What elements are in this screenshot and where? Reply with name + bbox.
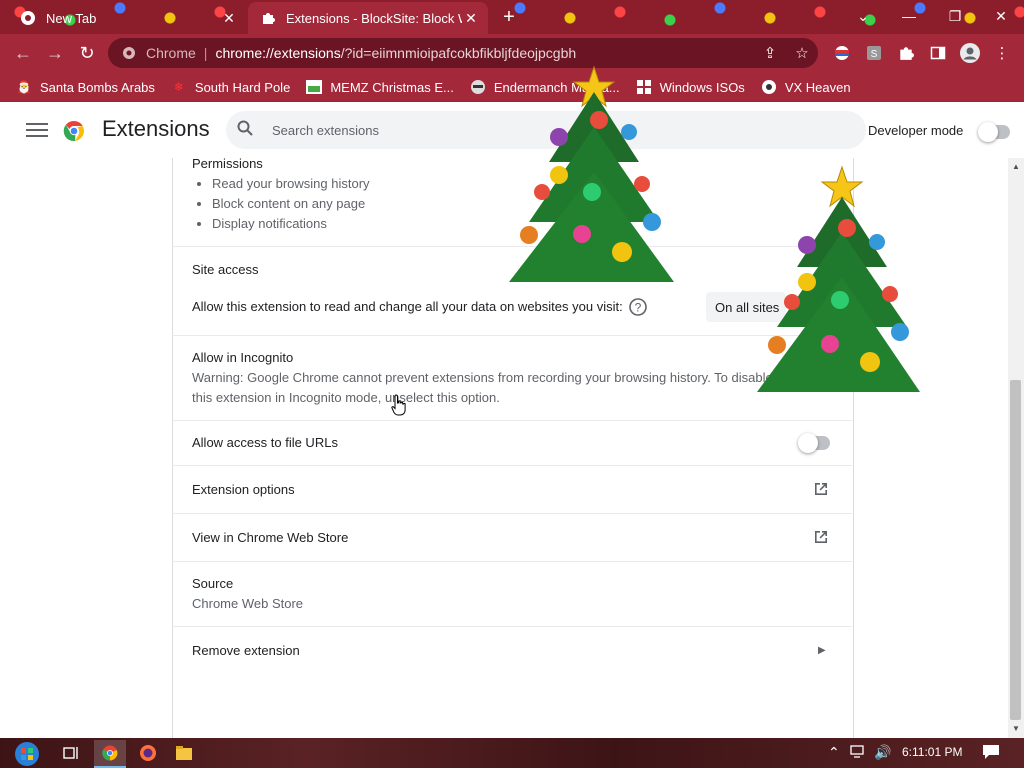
chrome-logo-icon	[62, 119, 86, 143]
divider	[172, 561, 852, 562]
extension-s-icon[interactable]: S	[861, 40, 887, 66]
bookmark-label: South Hard Pole	[194, 79, 291, 95]
bookmark-label: MEMZ Christmas E...	[330, 79, 454, 95]
side-panel-icon[interactable]	[925, 40, 951, 66]
vx-icon	[761, 79, 777, 95]
notifications-icon[interactable]	[982, 744, 1000, 763]
scroll-down-arrow[interactable]: ▼	[1010, 724, 1022, 736]
scroll-up-arrow[interactable]: ▲	[1010, 162, 1022, 174]
christmas-tree-icon	[757, 165, 920, 392]
taskbar-firefox-icon[interactable]	[132, 740, 164, 766]
restore-button[interactable]: ❐	[932, 0, 978, 32]
tab-new-tab[interactable]: New Tab ✕	[8, 2, 246, 34]
site-access-description: Allow this extension to read and change …	[192, 299, 623, 314]
tab-label: Extensions - BlockSite: Block Websites	[286, 10, 462, 26]
start-button[interactable]	[10, 738, 44, 768]
tab-label: New Tab	[46, 10, 97, 26]
open-in-new-icon[interactable]	[812, 480, 830, 503]
profile-avatar-icon[interactable]	[957, 40, 983, 66]
hand-cursor-icon	[391, 394, 407, 421]
minimize-button[interactable]: —	[886, 0, 932, 32]
search-icon	[236, 119, 258, 142]
divider	[172, 465, 852, 466]
bookmark-star-icon[interactable]: ☆	[789, 40, 815, 66]
reload-button[interactable]: ↻	[74, 40, 100, 66]
permission-item: Block content on any page	[212, 194, 370, 214]
chrome-icon	[118, 46, 140, 60]
back-button[interactable]: ←	[10, 40, 36, 66]
omnibox-separator: |	[203, 45, 208, 61]
developer-mode-label: Developer mode	[868, 123, 964, 138]
open-in-new-icon[interactable]	[812, 528, 830, 551]
divider	[172, 335, 852, 336]
divider	[172, 626, 852, 627]
bookmark-item[interactable]: MEMZ Christmas E...	[306, 79, 454, 95]
omnibox-chip: Chrome	[146, 45, 196, 61]
task-view-icon[interactable]	[56, 740, 88, 766]
incognito-warning: Warning: Google Chrome cannot prevent ex…	[192, 370, 772, 385]
remove-extension-link[interactable]: Remove extension	[192, 643, 300, 658]
volume-icon[interactable]: 🔊	[874, 744, 891, 761]
share-icon[interactable]: ⇪	[757, 40, 783, 66]
taskbar-explorer-icon[interactable]	[168, 740, 200, 766]
svg-text:?: ?	[635, 301, 642, 315]
menu-kebab-icon[interactable]: ⋮	[989, 40, 1015, 66]
site-access-title: Site access	[192, 262, 259, 277]
address-bar[interactable]: Chrome | chrome://extensions /?id=eiimnm…	[108, 38, 818, 68]
bookmark-label: VX Heaven	[784, 79, 851, 95]
network-icon[interactable]	[850, 744, 868, 761]
permissions-title: Permissions	[192, 156, 263, 171]
svg-text:S: S	[871, 49, 878, 60]
bookmark-label: Santa Bombs Arabs	[40, 79, 155, 95]
christmas-tree-icon	[509, 65, 674, 282]
bookmark-item[interactable]: VX Heaven	[761, 79, 851, 95]
chevron-right-icon: ▶	[818, 645, 826, 656]
divider	[172, 513, 852, 514]
divider	[172, 420, 852, 421]
tab-search-icon[interactable]: ⌄	[840, 0, 886, 32]
extension-options-link[interactable]: Extension options	[192, 482, 295, 497]
new-tab-button[interactable]: +	[498, 6, 520, 28]
close-tab-icon[interactable]: ✕	[462, 10, 480, 27]
hamburger-menu-icon[interactable]	[26, 120, 48, 140]
page-title: Extensions	[102, 116, 210, 141]
view-store-link[interactable]: View in Chrome Web Store	[192, 530, 348, 545]
scrollbar-thumb[interactable]	[1010, 380, 1021, 720]
source-value: Chrome Web Store	[192, 596, 304, 611]
taskbar-chrome-icon[interactable]	[94, 740, 126, 768]
tab-extensions[interactable]: Extensions - BlockSite: Block Websites ✕	[248, 2, 488, 34]
url-host: chrome://extensions	[215, 45, 341, 61]
file-urls-toggle[interactable]	[798, 433, 830, 453]
close-tab-icon[interactable]: ✕	[220, 10, 238, 27]
image-icon	[306, 79, 323, 95]
santa-icon: 🎅	[16, 80, 32, 94]
puzzle-icon	[260, 10, 276, 26]
clock[interactable]: 6:11:01 PM	[902, 745, 962, 759]
file-urls-title: Allow access to file URLs	[192, 435, 338, 450]
chrome-icon	[20, 10, 36, 26]
permission-item: Display notifications	[212, 214, 370, 234]
show-hidden-icons-icon[interactable]: ⌃	[828, 744, 840, 761]
developer-mode-toggle[interactable]	[978, 122, 1010, 142]
close-window-button[interactable]: ✕	[978, 0, 1024, 32]
forward-button[interactable]: →	[42, 40, 68, 66]
extensions-puzzle-icon[interactable]	[893, 40, 919, 66]
raccoon-icon	[470, 79, 486, 95]
incognito-title: Allow in Incognito	[192, 350, 294, 365]
bookmark-item[interactable]: ❄ South Hard Pole	[171, 79, 290, 95]
extension-flag-icon[interactable]	[829, 40, 855, 66]
help-icon[interactable]: ?	[628, 297, 648, 322]
incognito-warning-cont: this extension in Incognito mode, unsele…	[192, 390, 500, 405]
bookmark-item[interactable]: 🎅 Santa Bombs Arabs	[16, 79, 155, 95]
permission-item: Read your browsing history	[212, 174, 370, 194]
source-title: Source	[192, 576, 234, 591]
snowflake-icon: ❄	[173, 80, 184, 94]
permissions-list: Read your browsing history Block content…	[192, 174, 370, 234]
